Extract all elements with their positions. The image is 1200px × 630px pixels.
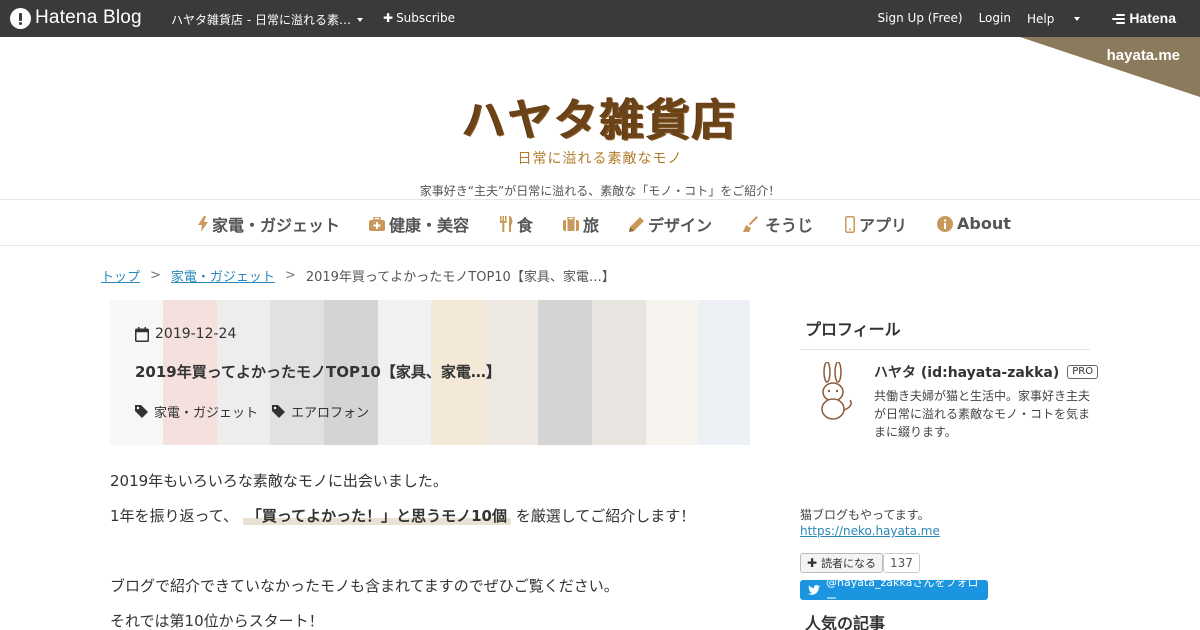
site-description: 家事好き“主夫”が日常に溢れる、素敵な「モノ・コト」をご紹介！ [419, 184, 781, 198]
profile-name-text: ハヤタ (id:hayata-zakka) [874, 365, 1060, 381]
plus-icon: ✚ [807, 556, 818, 570]
tag-label: 家電・ガジェット [154, 406, 259, 421]
nav-item-label: そうじ [765, 216, 814, 235]
category-nav: 家電・ガジェット 健康・美容 食 旅 デザイン そうじ アプリ About [0, 199, 1200, 246]
nav-item-label: 健康・美容 [389, 216, 470, 235]
popular-articles-heading: 人気の記事 [805, 614, 886, 630]
breadcrumb-home-link[interactable]: トップ [101, 266, 140, 285]
cat-blog-link[interactable]: https://neko.hayata.me [800, 524, 940, 538]
sidebar: プロフィール ハヤタ (id:hayata-zakka) PRO 共働き夫婦が猫… [800, 310, 1099, 605]
avatar[interactable] [810, 361, 860, 422]
article-header-image: 2019-12-24 2019年買ってよかったモノTOP10【家具、家電…】 家… [110, 300, 750, 445]
subscribe-label: Subscribe [396, 11, 456, 25]
nav-item-label: 食 [517, 216, 534, 235]
hatena-blog-logo-icon [10, 7, 31, 29]
nav-item-food[interactable]: 食 [500, 212, 533, 236]
nav-item-health[interactable]: 健康・美容 [369, 212, 469, 236]
ribbon-text: hayata.me [1106, 47, 1180, 64]
tag-label: エアロフォン [291, 406, 370, 421]
body-paragraph: 1年を振り返って、 「買ってよかった！」と思うモノ10個 を厳選してご紹介します… [110, 505, 695, 526]
nav-item-travel[interactable]: 旅 [563, 212, 599, 236]
blog-name-dropdown[interactable]: ハヤタ雑貨店 - 日常に溢れる素… [171, 11, 363, 28]
breadcrumb-category-link[interactable]: 家電・ガジェット [171, 266, 275, 285]
account-links: Sign Up (Free) Login Help Hatena [878, 10, 1200, 26]
article-date-text: 2019-12-24 [155, 326, 237, 342]
body-paragraph: 2019年もいろいろな素敵なモノに出会いました。 [110, 472, 448, 490]
nav-item-apps[interactable]: アプリ [845, 212, 907, 236]
reader-button-label: 読者になる [821, 557, 877, 570]
info-icon [937, 215, 953, 232]
reader-count[interactable]: 137 [883, 553, 920, 573]
nav-item-cleaning[interactable]: そうじ [743, 212, 813, 236]
suitcase-icon [563, 217, 579, 231]
site-subtitle: 日常に溢れる素敵なモノ [517, 151, 683, 167]
calendar-icon [135, 326, 149, 342]
tag-gadget[interactable]: 家電・ガジェット [135, 402, 258, 421]
hatena-logo-text: Hatena [1129, 10, 1176, 26]
breadcrumb-separator: > [150, 268, 161, 283]
profile-extra-text: 猫ブログもやってます。 [800, 508, 930, 522]
nav-item-gadget[interactable]: 家電・ガジェット [198, 212, 340, 236]
mobile-icon [845, 215, 855, 233]
article-tags: 家電・ガジェット エアロフォン [135, 402, 383, 421]
medkit-icon [369, 217, 385, 231]
hatena-blog-logo-text: Hatena Blog [35, 7, 142, 28]
tag-icon [272, 405, 286, 418]
body-text-segment: 1年を振り返って、 [110, 507, 239, 525]
twitter-bird-icon [808, 585, 820, 595]
breadcrumb-current: 2019年買ってよかったモノTOP10【家具、家電…】 [305, 270, 615, 285]
subscribe-button[interactable]: ✚ Subscribe [383, 11, 455, 25]
twitter-follow-button[interactable]: @hayata_zakkaさんをフォロー [800, 576, 988, 605]
profile-description: 共働き夫婦が猫と生活中。家事好き主夫が日常に溢れる素敵なモノ・コトを気ままに綴り… [874, 389, 1091, 439]
site-title[interactable]: ハヤタ雑貨店 [0, 84, 1200, 148]
pencil-icon [629, 216, 644, 232]
pro-badge: PRO [1067, 365, 1099, 379]
breadcrumb: トップ > 家電・ガジェット > 2019年買ってよかったモノTOP10【家具、… [101, 266, 615, 285]
body-text-segment: を厳選してご紹介します！ [515, 507, 696, 525]
chevron-down-icon [356, 17, 363, 22]
profile-heading: プロフィール [800, 310, 1090, 350]
body-highlight: 「買ってよかった！」と思うモノ10個 [242, 507, 511, 525]
tag-icon [135, 405, 148, 418]
body-paragraph: それでは第10位からスタート！ [110, 612, 324, 630]
subscribe-reader-button[interactable]: ✚ 読者になる [800, 553, 884, 573]
nav-item-design[interactable]: デザイン [629, 212, 712, 236]
profile-name[interactable]: ハヤタ (id:hayata-zakka) PRO [874, 362, 1099, 382]
nav-item-label: 家電・ガジェット [212, 216, 341, 235]
twitter-button-label: @hayata_zakkaさんをフォロー [826, 576, 979, 605]
plus-icon: ✚ [383, 11, 394, 25]
body-paragraph: ブログで紹介できていなかったモノも含まれてますのでぜひご覧ください。 [110, 577, 619, 595]
help-dropdown[interactable]: Help [1027, 11, 1096, 26]
nav-item-label: About [957, 214, 1011, 233]
hatena-logo[interactable]: Hatena [1112, 10, 1192, 26]
nav-item-label: アプリ [859, 216, 908, 235]
nav-item-about[interactable]: About [937, 214, 1011, 233]
blog-name-label: ハヤタ雑貨店 - 日常に溢れる素… [171, 13, 351, 27]
article-title[interactable]: 2019年買ってよかったモノTOP10【家具、家電…】 [135, 361, 501, 382]
login-link[interactable]: Login [979, 11, 1011, 26]
help-label: Help [1026, 11, 1055, 26]
tag-aerophone[interactable]: エアロフォン [272, 402, 369, 421]
hatena-blog-logo[interactable]: Hatena Blog [10, 7, 142, 29]
broom-icon [743, 216, 761, 232]
cutlery-icon [500, 216, 513, 232]
nav-item-label: デザイン [648, 216, 713, 235]
article-date[interactable]: 2019-12-24 [135, 326, 236, 342]
bolt-icon [198, 216, 208, 232]
breadcrumb-separator: > [284, 268, 296, 283]
nav-item-label: 旅 [583, 216, 600, 235]
signup-link[interactable]: Sign Up (Free) [878, 11, 963, 26]
hatena-logo-icon [1112, 13, 1126, 24]
hatena-global-header: Hatena Blog ハヤタ雑貨店 - 日常に溢れる素… ✚ Subscribe… [0, 0, 1200, 37]
chevron-down-icon [1074, 16, 1081, 21]
